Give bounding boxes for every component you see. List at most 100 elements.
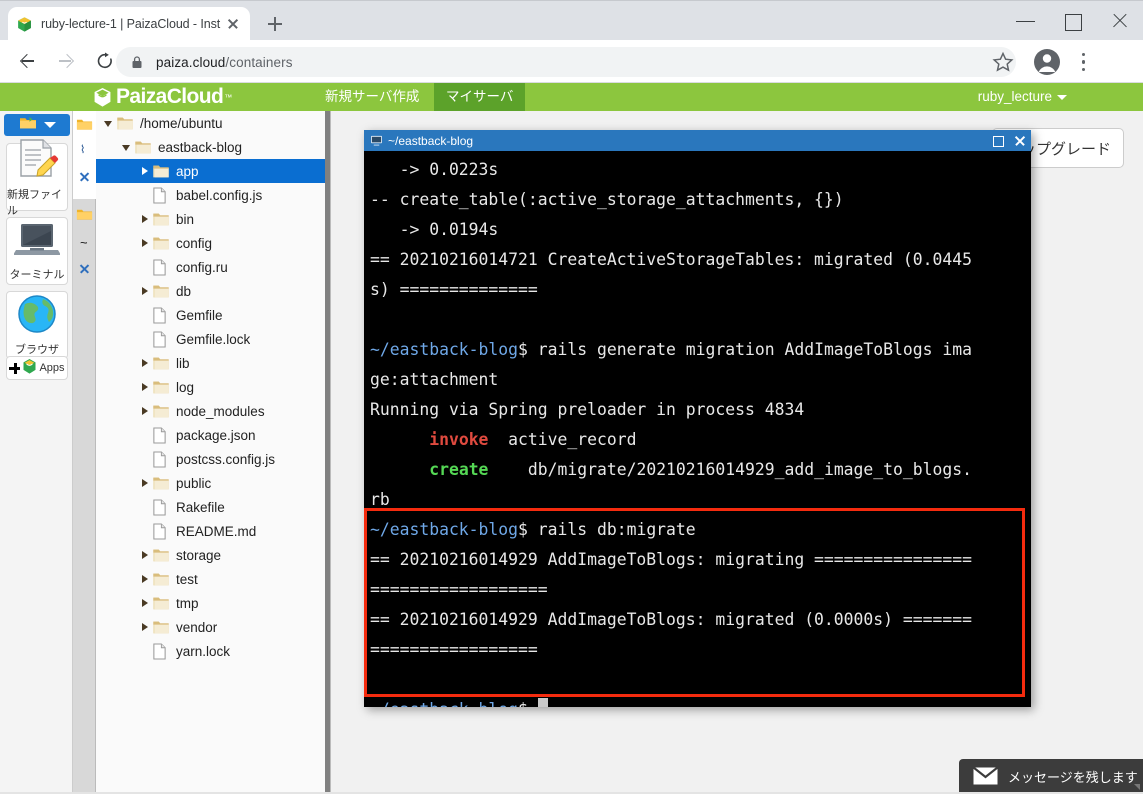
- file-tree-row[interactable]: db: [96, 279, 325, 303]
- tree-twisty-closed-icon[interactable]: [138, 567, 152, 591]
- tree-twisty-closed-icon[interactable]: [138, 591, 152, 615]
- terminal-line: invoke active_record: [370, 425, 1031, 455]
- file-tree-row[interactable]: storage: [96, 543, 325, 567]
- file-tree-row[interactable]: vendor: [96, 615, 325, 639]
- terminal-monitor-icon: [370, 135, 383, 146]
- new-file-button[interactable]: 新規ファイル: [6, 138, 68, 217]
- vertical-tab-1-close-icon[interactable]: [79, 171, 90, 182]
- terminal-line: s) ==============: [370, 275, 1031, 305]
- browser-tab[interactable]: ruby-lecture-1 | PaizaCloud - Inst: [8, 7, 250, 41]
- file-tree-row[interactable]: tmp: [96, 591, 325, 615]
- back-button[interactable]: [10, 44, 44, 78]
- file-tree-row[interactable]: Gemfile.lock: [96, 327, 325, 351]
- file-tree-label: tmp: [176, 595, 199, 611]
- file-tree[interactable]: /home/ubuntu eastback-blog app babel.config…: [96, 111, 325, 794]
- tree-twisty-open-icon[interactable]: [102, 111, 116, 135]
- tree-twisty-closed-icon[interactable]: [138, 543, 152, 567]
- profile-avatar-icon[interactable]: [1033, 48, 1061, 76]
- add-apps-button[interactable]: Apps: [6, 356, 68, 380]
- file-tree-row[interactable]: eastback-blog: [96, 135, 325, 159]
- terminal-text: active_record: [488, 430, 637, 449]
- nav-create-server[interactable]: 新規サーバ作成: [313, 83, 431, 111]
- file-tree-row[interactable]: app: [96, 159, 325, 183]
- folder-icon: [152, 403, 170, 419]
- file-tree-row[interactable]: test: [96, 567, 325, 591]
- address-bar[interactable]: paiza.cloud/containers: [116, 47, 1016, 77]
- terminal-line: == 20210216014721 CreateActiveStorageTab…: [370, 245, 1031, 275]
- three-dot-menu-icon[interactable]: [1069, 48, 1097, 76]
- resize-handle-icon[interactable]: [1134, 784, 1140, 790]
- file-tree-row[interactable]: Gemfile: [96, 303, 325, 327]
- url-host: paiza.cloud: [156, 54, 226, 70]
- window-close-button[interactable]: [1097, 1, 1143, 41]
- tree-twisty-closed-icon[interactable]: [138, 471, 152, 495]
- bookmark-star-icon[interactable]: [991, 50, 1015, 74]
- file-tree-label: yarn.lock: [176, 643, 231, 659]
- vertical-tab-2[interactable]: ~: [73, 199, 96, 291]
- file-tree-row[interactable]: babel.config.js: [96, 183, 325, 207]
- browser-button[interactable]: ブラウザ: [6, 291, 68, 359]
- vertical-tab-2-close-icon[interactable]: [79, 263, 90, 274]
- terminal-title-bar[interactable]: ~/eastback-blog: [364, 130, 1031, 151]
- vertical-tab-1[interactable]: ⌇: [73, 111, 96, 199]
- nav-my-server[interactable]: マイサーバ: [434, 83, 526, 111]
- file-tree-row[interactable]: node_modules: [96, 399, 325, 423]
- terminal-icon: [13, 221, 61, 264]
- file-tree-row[interactable]: lib: [96, 351, 325, 375]
- terminal-close-button[interactable]: [1009, 130, 1031, 151]
- browser-tab-close-icon[interactable]: [224, 15, 242, 33]
- file-tree-row[interactable]: yarn.lock: [96, 639, 325, 663]
- tree-twisty-closed-icon[interactable]: [138, 279, 152, 303]
- file-tree-row[interactable]: log: [96, 375, 325, 399]
- terminal-text: ==================: [370, 580, 548, 599]
- file-tree-row[interactable]: public: [96, 471, 325, 495]
- new-tab-button[interactable]: [262, 11, 288, 37]
- file-icon: [152, 499, 170, 516]
- tree-twisty-open-icon[interactable]: [120, 135, 134, 159]
- terminal-line: ~/eastback-blog$: [370, 695, 1031, 707]
- terminal-line: ~/eastback-blog$ rails db:migrate: [370, 515, 1031, 545]
- paizacloud-logo[interactable]: PaizaCloud ™: [93, 83, 232, 111]
- user-menu[interactable]: ruby_lecture: [978, 83, 1067, 111]
- terminal-window[interactable]: ~/eastback-blog -> 0.0223s -- create_tabl…: [364, 130, 1031, 707]
- window-maximize-button[interactable]: [1050, 1, 1096, 41]
- file-tree-label: app: [176, 163, 199, 179]
- new-file-icon: [15, 137, 59, 184]
- file-tree-row[interactable]: bin: [96, 207, 325, 231]
- file-tree-row[interactable]: config.ru: [96, 255, 325, 279]
- file-tree-row[interactable]: package.json: [96, 423, 325, 447]
- tree-twisty-closed-icon[interactable]: [138, 231, 152, 255]
- terminal-output[interactable]: -> 0.0223s -- create_table(:active_storag…: [364, 151, 1031, 707]
- tree-twisty-closed-icon[interactable]: [138, 615, 152, 639]
- file-tree-row[interactable]: README.md: [96, 519, 325, 543]
- tree-twisty-closed-icon[interactable]: [138, 159, 152, 183]
- new-dropdown-button[interactable]: [4, 114, 70, 136]
- terminal-text: -> 0.0194s: [370, 220, 499, 239]
- terminal-prompt: ~/eastback-blog: [370, 340, 519, 359]
- file-tree-row[interactable]: /home/ubuntu: [96, 111, 325, 135]
- leave-message-widget[interactable]: メッセージを残します: [959, 759, 1143, 793]
- window-minimize-button[interactable]: [1003, 1, 1049, 41]
- terminal-text: create: [429, 460, 489, 479]
- file-tree-row[interactable]: postcss.config.js: [96, 447, 325, 471]
- terminal-maximize-button[interactable]: [987, 130, 1009, 151]
- file-tree-row[interactable]: config: [96, 231, 325, 255]
- terminal-text: =================: [370, 640, 538, 659]
- forward-button[interactable]: [49, 44, 83, 78]
- new-file-label: 新規ファイル: [7, 188, 62, 217]
- file-icon: [152, 259, 170, 276]
- tree-twisty-closed-icon[interactable]: [138, 207, 152, 231]
- tree-twisty-closed-icon[interactable]: [138, 351, 152, 375]
- folder-icon: [152, 595, 170, 611]
- file-tree-row[interactable]: Rakefile: [96, 495, 325, 519]
- tree-twisty-closed-icon[interactable]: [138, 375, 152, 399]
- workspace: 新規ファイル ターミナル ブラウザ Apps ⌇ ~ /home/ubuntu …: [0, 111, 1143, 794]
- terminal-button[interactable]: ターミナル: [6, 217, 68, 285]
- tree-twisty-closed-icon[interactable]: [138, 399, 152, 423]
- file-tree-label: config.ru: [176, 259, 228, 275]
